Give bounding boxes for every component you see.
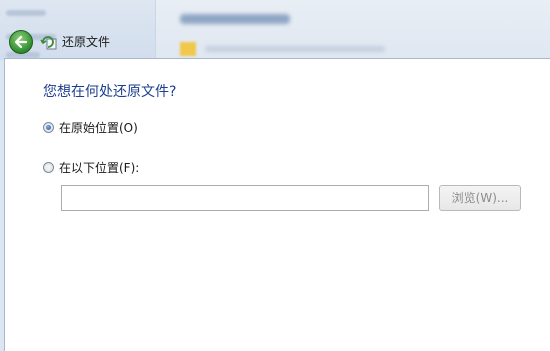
blurred-window-title — [180, 14, 290, 24]
dialog-title: 还原文件 — [62, 35, 111, 49]
back-arrow-icon — [14, 35, 28, 49]
custom-location-radio[interactable] — [43, 162, 54, 173]
restore-location-panel: 您想在何处还原文件? 在原始位置(O) 在以下位置(F): 浏览(W)... — [4, 58, 550, 351]
blurred-nav-text — [6, 10, 46, 16]
back-button[interactable] — [9, 30, 33, 54]
custom-location-option[interactable]: 在以下位置(F): — [43, 159, 139, 176]
dialog-header: 还原文件 — [0, 27, 160, 58]
browse-button[interactable]: 浏览(W)... — [439, 185, 521, 211]
original-location-label: 在原始位置(O) — [59, 121, 138, 135]
restore-files-icon — [40, 36, 57, 50]
restore-path-input[interactable] — [61, 185, 429, 211]
original-location-option[interactable]: 在原始位置(O) — [43, 119, 138, 136]
custom-location-label: 在以下位置(F): — [59, 161, 140, 175]
blurred-content-text — [205, 46, 385, 52]
original-location-radio[interactable] — [43, 122, 54, 133]
folder-icon — [180, 42, 196, 56]
restore-location-heading: 您想在何处还原文件? — [43, 84, 177, 100]
